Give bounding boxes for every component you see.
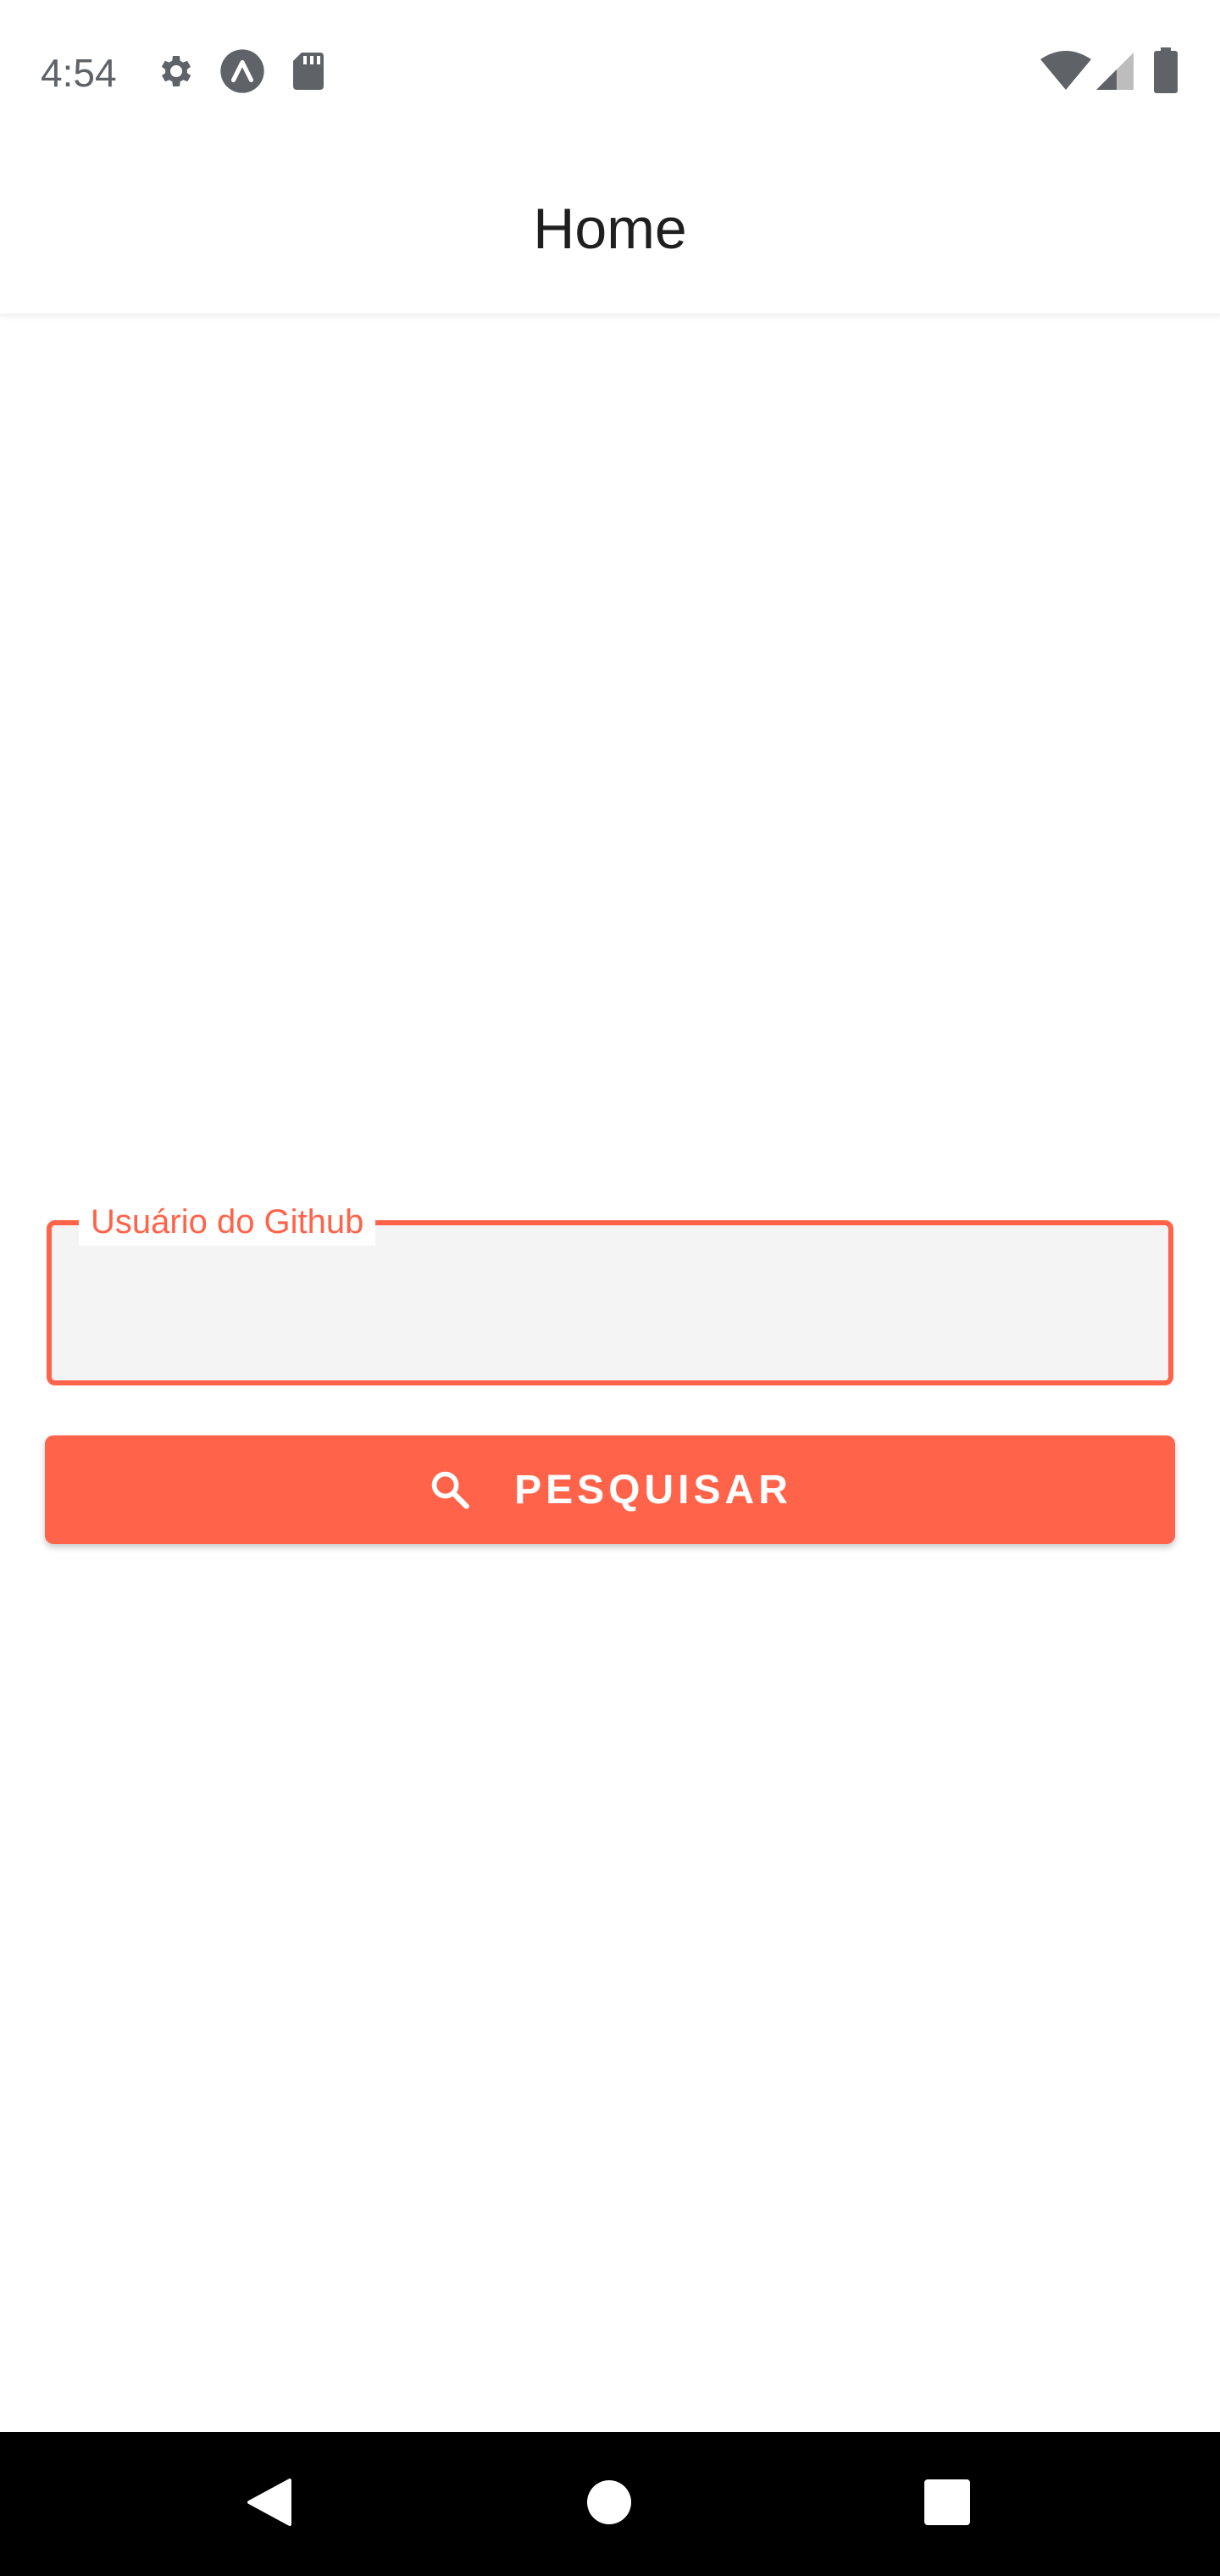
app-bar: Home (0, 144, 1220, 315)
search-button[interactable]: PESQUISAR (45, 1435, 1175, 1544)
home-button[interactable] (524, 2432, 694, 2576)
recents-button[interactable] (862, 2432, 1032, 2576)
cell-signal-icon (1095, 51, 1134, 96)
status-bar: 4:54 (0, 0, 1220, 144)
wifi-icon (1040, 51, 1091, 96)
settings-gear-icon (156, 51, 197, 96)
battery-icon (1154, 47, 1178, 97)
page-title: Home (533, 197, 687, 261)
system-nav-bar (0, 2432, 1220, 2576)
github-username-field[interactable]: Usuário do Github (47, 1198, 1173, 1385)
github-username-label: Usuário do Github (79, 1198, 376, 1246)
back-button[interactable] (185, 2432, 354, 2576)
home-icon (587, 2479, 631, 2529)
github-username-input[interactable] (86, 1276, 1140, 1346)
status-time: 4:54 (41, 51, 117, 95)
search-button-label: PESQUISAR (514, 1467, 792, 1513)
search-icon (428, 1468, 472, 1512)
back-icon (246, 2477, 293, 2532)
sd-card-icon (290, 51, 327, 96)
recents-icon (924, 2479, 970, 2529)
expo-icon (219, 47, 266, 99)
